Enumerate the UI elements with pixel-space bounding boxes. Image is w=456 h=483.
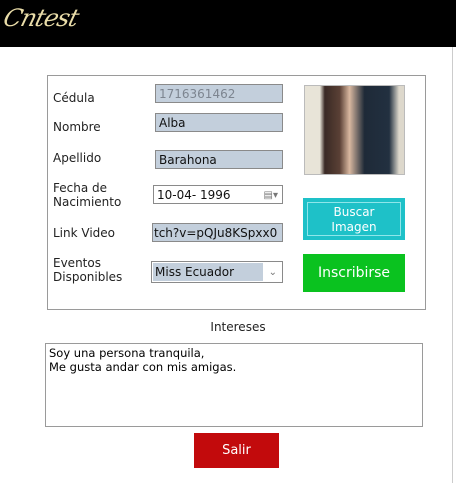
nombre-label: Nombre <box>53 120 101 134</box>
eventos-value: Miss Ecuador <box>153 263 263 281</box>
eventos-select[interactable]: Miss Ecuador ⌄ <box>151 261 283 283</box>
eventos-label: Eventos Disponibles <box>53 256 122 284</box>
apellido-input[interactable]: Barahona <box>155 150 283 169</box>
inscribirse-button[interactable]: Inscribirse <box>303 254 405 292</box>
cedula-label: Cédula <box>53 91 95 105</box>
fecha-datepicker[interactable]: 10-04- 1996 ▤▾ <box>153 185 283 204</box>
eventos-label-line1: Eventos <box>53 256 101 270</box>
header-bar: Cntest <box>0 0 456 47</box>
buscar-line1: Buscar <box>333 205 375 219</box>
intereses-label: Intereses <box>210 320 266 334</box>
cedula-input[interactable]: 1716361462 <box>155 84 283 103</box>
salir-button[interactable]: Salir <box>194 433 279 468</box>
chevron-down-icon: ⌄ <box>268 267 277 278</box>
contest-logo: Cntest <box>0 4 82 32</box>
buscar-line2: Imagen <box>331 220 377 234</box>
calendar-dropdown-icon[interactable]: ▤▾ <box>264 186 278 203</box>
fecha-value: 10-04- 1996 <box>157 188 231 202</box>
buscar-imagen-button[interactable]: Buscar Imagen <box>303 198 405 240</box>
profile-photo <box>304 85 405 175</box>
nombre-input[interactable]: Alba <box>155 113 283 132</box>
fecha-label-line1: Fecha de <box>53 181 107 195</box>
apellido-label: Apellido <box>53 151 102 165</box>
intereses-textarea[interactable]: Soy una persona tranquila, Me gusta anda… <box>45 343 423 427</box>
window-edge <box>452 47 453 483</box>
eventos-label-line2: Disponibles <box>53 270 123 284</box>
link-input[interactable]: tch?v=pQJu8KSpxx0 <box>152 223 283 242</box>
fecha-label: Fecha de Nacimiento <box>53 181 121 209</box>
link-label: Link Video <box>53 226 116 240</box>
fecha-label-line2: Nacimiento <box>53 195 122 209</box>
